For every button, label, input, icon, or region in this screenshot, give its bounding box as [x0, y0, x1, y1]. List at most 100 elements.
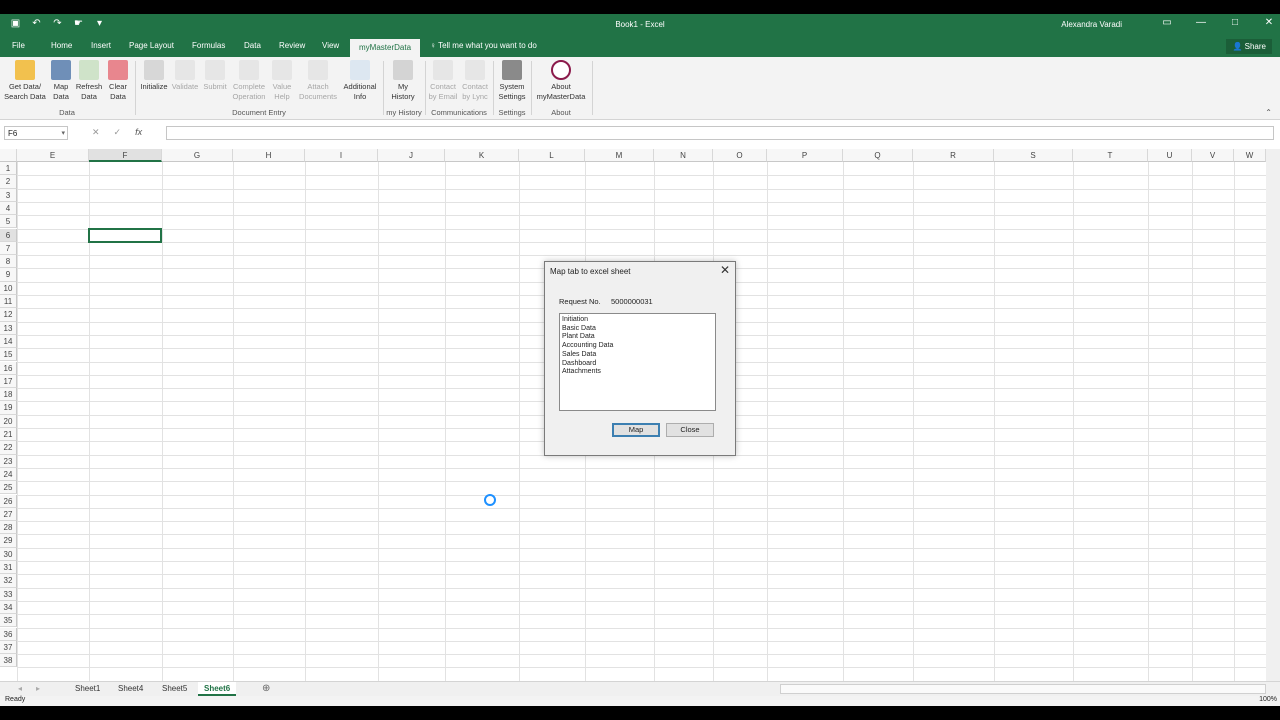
- list-item[interactable]: Attachments: [562, 368, 713, 377]
- row-header-13[interactable]: 13: [0, 321, 17, 335]
- tab-view[interactable]: View: [322, 41, 339, 50]
- column-header-o[interactable]: O: [713, 149, 767, 162]
- row-header-11[interactable]: 11: [0, 295, 17, 309]
- attach-documents-button[interactable]: Attach Documents: [297, 60, 339, 102]
- column-header-s[interactable]: S: [994, 149, 1073, 162]
- get-data-button[interactable]: Get Data/Search Data: [4, 60, 46, 102]
- column-header-v[interactable]: V: [1192, 149, 1234, 162]
- vertical-scrollbar[interactable]: [1266, 149, 1280, 681]
- row-header-27[interactable]: 27: [0, 507, 17, 522]
- list-item[interactable]: Basic Data: [562, 325, 713, 334]
- close-button[interactable]: Close: [666, 423, 714, 437]
- column-header-r[interactable]: R: [913, 149, 994, 162]
- column-header-h[interactable]: H: [233, 149, 305, 162]
- submit-button[interactable]: Submit: [201, 60, 229, 92]
- insert-function-icon[interactable]: fx: [135, 127, 142, 138]
- list-item[interactable]: Initiation: [562, 316, 713, 325]
- row-header-30[interactable]: 30: [0, 547, 17, 561]
- row-header-3[interactable]: 3: [0, 188, 17, 202]
- sheet-tab-sheet6[interactable]: Sheet6: [198, 682, 237, 696]
- column-header-e[interactable]: E: [17, 149, 89, 162]
- row-header-8[interactable]: 8: [0, 255, 17, 269]
- close-window-icon[interactable]: ✕: [1264, 17, 1274, 28]
- initialize-button[interactable]: Initialize: [139, 60, 169, 92]
- row-header-12[interactable]: 12: [0, 308, 17, 322]
- column-header-q[interactable]: Q: [843, 149, 913, 162]
- sheet-tab-sheet4[interactable]: Sheet4: [118, 682, 143, 696]
- column-header-p[interactable]: P: [767, 149, 843, 162]
- clear-data-button[interactable]: Clear Data: [107, 60, 129, 102]
- complete-operation-button[interactable]: Complete Operation: [231, 60, 267, 102]
- column-header-n[interactable]: N: [654, 149, 713, 162]
- tab-home[interactable]: Home: [51, 41, 72, 50]
- add-sheet-icon[interactable]: ⊕: [262, 682, 270, 696]
- sheet-tab-sheet1[interactable]: Sheet1: [75, 682, 100, 696]
- row-header-29[interactable]: 29: [0, 534, 17, 548]
- row-header-36[interactable]: 36: [0, 627, 17, 641]
- column-header-g[interactable]: G: [162, 149, 233, 162]
- list-item[interactable]: Plant Data: [562, 333, 713, 342]
- sheet-tab-sheet5[interactable]: Sheet5: [162, 682, 187, 696]
- select-all-corner[interactable]: [0, 149, 17, 162]
- column-header-j[interactable]: J: [378, 149, 445, 162]
- row-header-34[interactable]: 34: [0, 600, 17, 615]
- row-header-31[interactable]: 31: [0, 561, 17, 575]
- user-name[interactable]: Alexandra Varadi: [1061, 20, 1122, 29]
- row-header-4[interactable]: 4: [0, 201, 17, 216]
- row-header-22[interactable]: 22: [0, 441, 17, 455]
- minimize-icon[interactable]: —: [1196, 17, 1206, 28]
- row-header-21[interactable]: 21: [0, 428, 17, 442]
- column-header-w[interactable]: W: [1234, 149, 1266, 162]
- list-item[interactable]: Accounting Data: [562, 342, 713, 351]
- tab-listbox[interactable]: Initiation Basic Data Plant Data Account…: [559, 313, 716, 411]
- row-header-25[interactable]: 25: [0, 481, 17, 495]
- row-header-28[interactable]: 28: [0, 521, 17, 535]
- row-header-6[interactable]: 6: [0, 228, 17, 242]
- system-settings-button[interactable]: System Settings: [496, 60, 528, 102]
- row-header-2[interactable]: 2: [0, 175, 17, 189]
- tab-page-layout[interactable]: Page Layout: [129, 41, 174, 50]
- about-button[interactable]: About myMasterData: [533, 60, 589, 102]
- cancel-icon[interactable]: ✕: [92, 127, 100, 138]
- column-header-m[interactable]: M: [585, 149, 654, 162]
- row-header-15[interactable]: 15: [0, 348, 17, 362]
- row-header-33[interactable]: 33: [0, 587, 17, 601]
- ribbon-display-icon[interactable]: ▭: [1162, 17, 1172, 28]
- column-header-l[interactable]: L: [519, 149, 585, 162]
- row-header-10[interactable]: 10: [0, 281, 17, 295]
- row-header-20[interactable]: 20: [0, 414, 17, 428]
- map-button[interactable]: Map: [612, 423, 660, 437]
- next-sheet-icon[interactable]: ▸: [36, 682, 40, 696]
- row-header-38[interactable]: 38: [0, 654, 17, 668]
- name-box[interactable]: F6 ▾: [4, 126, 68, 140]
- tab-file[interactable]: File: [12, 41, 25, 50]
- row-header-14[interactable]: 14: [0, 334, 17, 349]
- row-header-19[interactable]: 19: [0, 401, 17, 415]
- tab-formulas[interactable]: Formulas: [192, 41, 225, 50]
- contact-lync-button[interactable]: Contact by Lync: [460, 60, 490, 102]
- row-header-5[interactable]: 5: [0, 215, 17, 229]
- list-item[interactable]: Sales Data: [562, 351, 713, 360]
- prev-sheet-icon[interactable]: ◂: [18, 682, 22, 696]
- column-header-k[interactable]: K: [445, 149, 519, 162]
- horizontal-scrollbar[interactable]: [780, 684, 1266, 694]
- column-header-i[interactable]: I: [305, 149, 378, 162]
- collapse-ribbon-icon[interactable]: ⌃: [1265, 108, 1272, 117]
- enter-icon[interactable]: ✓: [114, 127, 122, 138]
- row-header-1[interactable]: 1: [0, 162, 17, 176]
- tab-review[interactable]: Review: [279, 41, 305, 50]
- contact-email-button[interactable]: Contact by Email: [427, 60, 459, 102]
- row-header-16[interactable]: 16: [0, 361, 17, 375]
- row-header-23[interactable]: 23: [0, 454, 17, 468]
- value-help-button[interactable]: Value Help: [270, 60, 294, 102]
- row-header-24[interactable]: 24: [0, 467, 17, 482]
- additional-info-button[interactable]: Additional Info: [341, 60, 379, 102]
- dialog-close-icon[interactable]: ✕: [720, 263, 730, 277]
- tab-data[interactable]: Data: [244, 41, 261, 50]
- row-header-17[interactable]: 17: [0, 374, 17, 389]
- column-header-u[interactable]: U: [1148, 149, 1192, 162]
- formula-input[interactable]: [166, 126, 1274, 140]
- row-header-9[interactable]: 9: [0, 268, 17, 282]
- share-button[interactable]: 👤 Share: [1226, 39, 1272, 54]
- tell-me-search[interactable]: ♀ Tell me what you want to do: [430, 41, 537, 50]
